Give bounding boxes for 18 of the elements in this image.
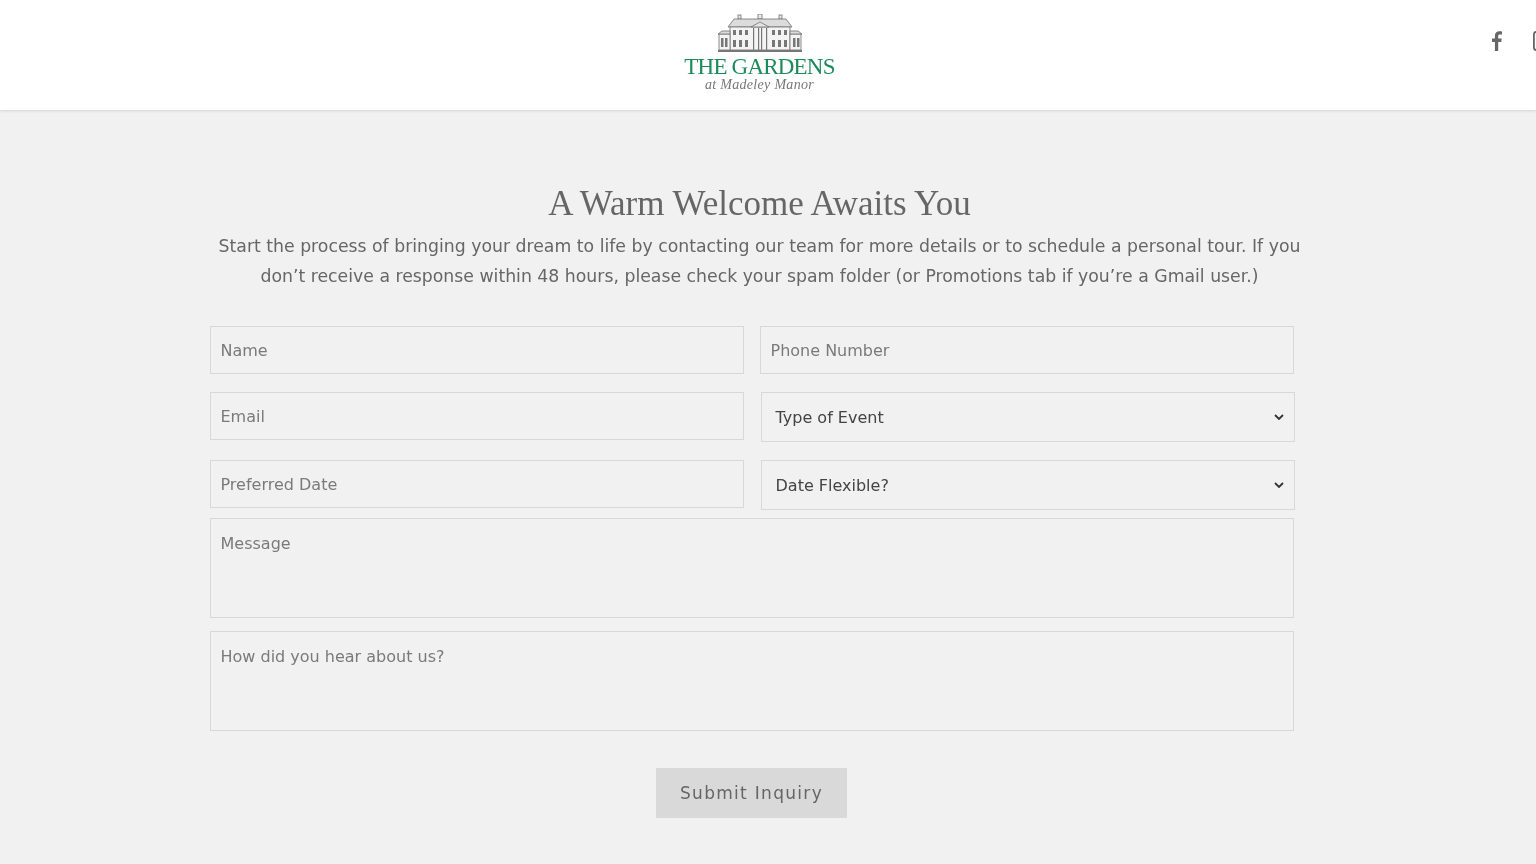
logo-subtitle: at Madeley Manor: [705, 77, 814, 93]
heading: A Warm Welcome Awaits You: [547, 184, 972, 224]
chevron-down-icon: [1273, 414, 1284, 420]
facebook-icon[interactable]: [1491, 31, 1502, 51]
dropdown[interactable]: Type of Event: [760, 392, 1295, 442]
input-field[interactable]: Phone Number: [759, 326, 1294, 374]
text-area[interactable]: Message: [209, 518, 1294, 618]
intro-text: Start the process of bringing your dream to life by contacting our team for more details or to schedule a personal tour. If you don’t receive a response within 48 hours, please check your spam folder (or Promotions tab if you’re a Gmail user.): [217, 235, 1302, 288]
logo-title: THE GARDENS: [684, 54, 835, 79]
cut-off-icon[interactable]: [1533, 31, 1536, 51]
building-icon: [717, 14, 802, 52]
input-field[interactable]: Email: [209, 392, 744, 440]
dropdown[interactable]: Date Flexible?: [760, 460, 1295, 510]
input-field[interactable]: Name: [209, 326, 744, 374]
submit-button[interactable]: Submit Inquiry: [655, 768, 847, 818]
chevron-down-icon: [1273, 482, 1284, 488]
input-field[interactable]: Preferred Date: [209, 460, 744, 508]
text-area[interactable]: How did you hear about us?: [209, 631, 1294, 731]
